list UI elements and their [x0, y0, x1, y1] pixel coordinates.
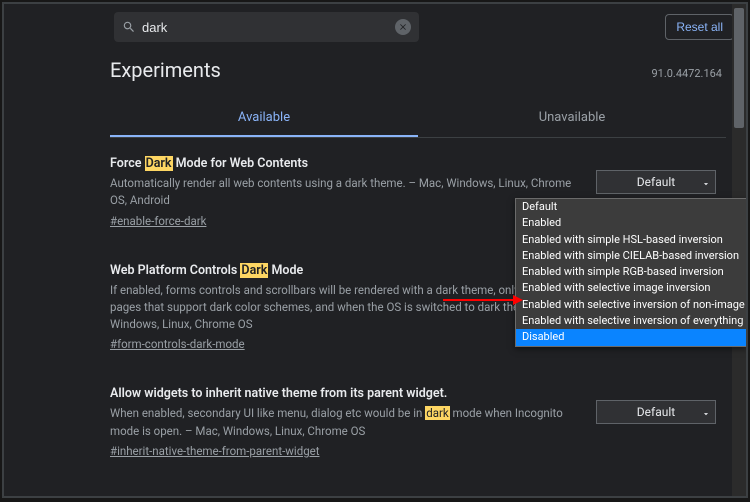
experiment-select[interactable]: Default [596, 400, 716, 424]
option-sel-image[interactable]: Enabled with selective image inversion [516, 280, 746, 296]
highlight: Dark [240, 263, 268, 278]
search-icon [122, 20, 136, 34]
experiment-anchor[interactable]: #form-controls-dark-mode [110, 337, 245, 351]
top-bar: Reset all [4, 4, 746, 50]
highlight: Dark [145, 156, 173, 171]
experiment-description: When enabled, secondary UI like menu, di… [110, 405, 580, 440]
tabs: Available Unavailable [110, 100, 726, 138]
version-label: 91.0.4472.164 [651, 67, 722, 80]
tab-unavailable[interactable]: Unavailable [418, 100, 726, 137]
experiment-row: Allow widgets to inherit native theme fr… [110, 368, 726, 475]
page-title: Experiments [110, 58, 221, 82]
experiment-description: If enabled, forms controls and scrollbar… [110, 282, 580, 334]
clear-search-icon[interactable] [395, 19, 411, 35]
option-hsl[interactable]: Enabled with simple HSL-based inversion [516, 232, 746, 248]
option-sel-everything[interactable]: Enabled with selective inversion of ever… [516, 313, 746, 329]
scrollbar-thumb[interactable] [734, 8, 744, 128]
search-input[interactable] [136, 20, 395, 35]
experiment-description: Automatically render all web contents us… [110, 175, 580, 210]
highlight: dark [425, 406, 449, 420]
option-sel-nonimage[interactable]: Enabled with selective inversion of non-… [516, 297, 746, 313]
tab-available[interactable]: Available [110, 100, 418, 137]
experiment-title: Web Platform Controls Dark Mode [110, 263, 580, 278]
option-rgb[interactable]: Enabled with simple RGB-based inversion [516, 264, 746, 280]
select-value: Default [637, 175, 675, 189]
option-disabled[interactable]: Disabled [516, 329, 746, 345]
select-value: Default [637, 405, 675, 419]
chevron-down-icon [701, 408, 709, 416]
search-box[interactable] [114, 12, 419, 42]
select-dropdown[interactable]: Default Enabled Enabled with simple HSL-… [515, 198, 747, 347]
option-enabled[interactable]: Enabled [516, 215, 746, 231]
reset-all-button[interactable]: Reset all [665, 14, 734, 40]
experiment-select[interactable]: Default [596, 170, 716, 194]
option-cielab[interactable]: Enabled with simple CIELAB-based inversi… [516, 248, 746, 264]
experiment-anchor[interactable]: #inherit-native-theme-from-parent-widget [110, 444, 320, 458]
option-default[interactable]: Default [516, 199, 746, 215]
experiment-anchor[interactable]: #enable-force-dark [110, 214, 206, 228]
chevron-down-icon [701, 178, 709, 186]
experiment-title: Force Dark Mode for Web Contents [110, 156, 580, 171]
experiment-title: Allow widgets to inherit native theme fr… [110, 386, 580, 401]
